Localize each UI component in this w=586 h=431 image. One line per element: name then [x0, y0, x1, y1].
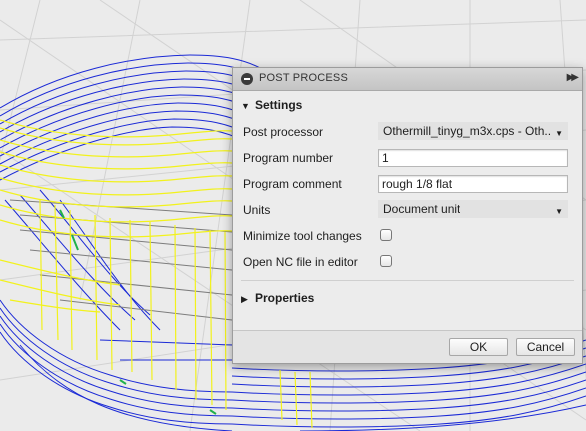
program-number-input[interactable]: 1 — [378, 149, 568, 167]
cancel-button[interactable]: Cancel — [516, 338, 575, 356]
units-select[interactable]: Document unit ▼ — [378, 200, 568, 218]
dialog-footer: OK Cancel — [233, 330, 582, 363]
settings-section-header[interactable]: ▼ Settings — [241, 98, 302, 112]
settings-label: Settings — [255, 98, 303, 112]
post-process-dialog: POST PROCESS ▶▶ ▼ Settings Post processor… — [232, 67, 583, 364]
minus-circle-icon[interactable] — [241, 73, 253, 85]
post-processor-label: Post processor — [243, 125, 324, 139]
program-comment-label: Program comment — [243, 177, 342, 191]
dialog-titlebar[interactable]: POST PROCESS ▶▶ — [233, 68, 582, 91]
triangle-down-icon: ▼ — [241, 101, 250, 111]
units-label: Units — [243, 203, 271, 217]
ok-button[interactable]: OK — [449, 338, 508, 356]
units-value: Document unit — [383, 202, 461, 216]
dialog-title: POST PROCESS — [259, 72, 348, 84]
program-number-label: Program number — [243, 151, 334, 165]
minimize-tool-changes-checkbox[interactable] — [380, 229, 392, 241]
minimize-tool-changes-label: Minimize tool changes — [243, 229, 362, 243]
double-chevron-right-icon[interactable]: ▶▶ — [567, 72, 580, 83]
post-processor-value: Othermill_tinyg_m3x.cps - Oth... — [383, 124, 551, 138]
triangle-down-icon: ▼ — [555, 207, 563, 216]
properties-section-header[interactable]: ▶ Properties — [241, 291, 314, 305]
section-divider — [241, 280, 574, 281]
post-processor-select[interactable]: Othermill_tinyg_m3x.cps - Oth... ▼ — [378, 122, 568, 140]
properties-label: Properties — [255, 291, 315, 305]
triangle-right-icon: ▶ — [241, 294, 248, 304]
open-nc-file-label: Open NC file in editor — [243, 255, 358, 269]
program-comment-input[interactable]: rough 1/8 flat — [378, 175, 568, 193]
open-nc-file-checkbox[interactable] — [380, 255, 392, 267]
triangle-down-icon: ▼ — [555, 129, 563, 138]
